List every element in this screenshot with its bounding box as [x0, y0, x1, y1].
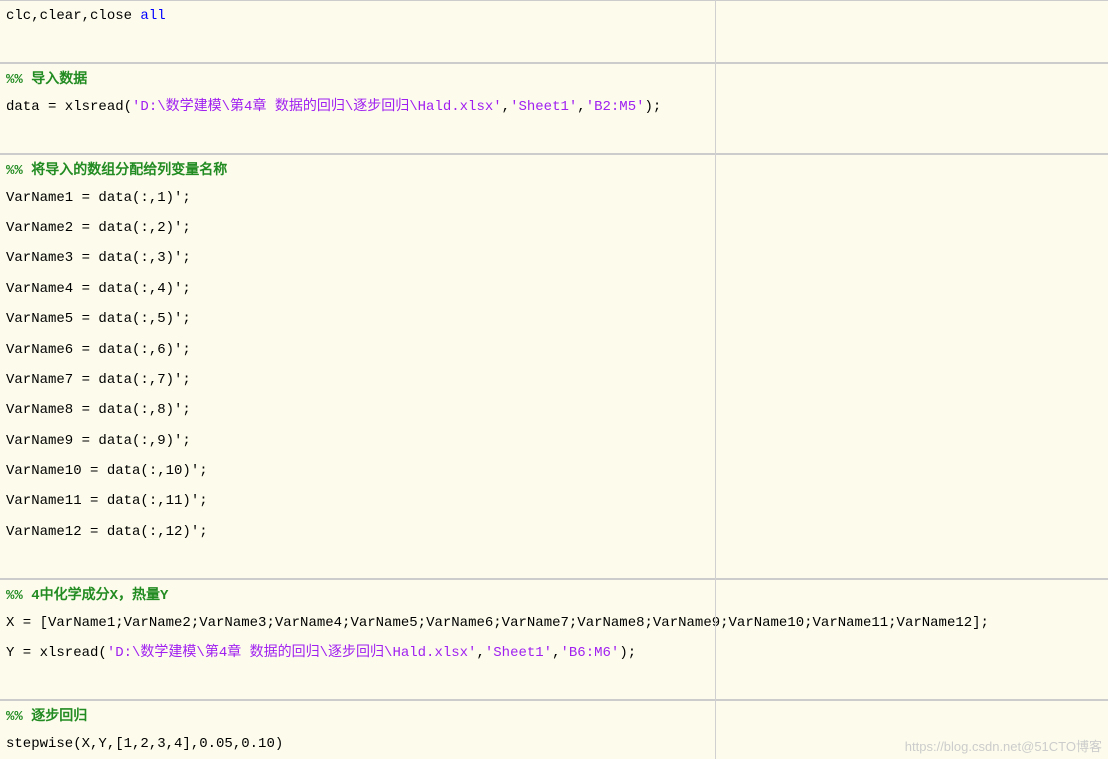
column-guide: [715, 0, 716, 759]
string-literal: 'Sheet1': [510, 99, 577, 115]
code-block-3: %% 4中化学成分X，热量Y X = [VarName1;VarName2;Va…: [0, 579, 1108, 700]
code-line: data = xlsread('D:\数学建模\第4章 数据的回归\逐步回归\H…: [0, 92, 1108, 122]
code-line: X = [VarName1;VarName2;VarName3;VarName4…: [0, 608, 1108, 638]
string-literal: 'Sheet1': [485, 645, 552, 661]
code-line: clc,clear,close all: [0, 1, 1108, 31]
code-line: Y = xlsread('D:\数学建模\第4章 数据的回归\逐步回归\Hald…: [0, 638, 1108, 668]
code-line: VarName11 = data(:,11)';: [0, 486, 1108, 516]
code-line: VarName10 = data(:,10)';: [0, 456, 1108, 486]
code-text: );: [645, 99, 662, 115]
string-literal: 'B6:M6': [561, 645, 620, 661]
code-line: VarName6 = data(:,6)';: [0, 335, 1108, 365]
code-text: data = xlsread(: [6, 99, 132, 115]
code-line: VarName4 = data(:,4)';: [0, 274, 1108, 304]
code-block-2: %% 将导入的数组分配给列变量名称 VarName1 = data(:,1)';…: [0, 154, 1108, 579]
code-text: clc,clear,close: [6, 8, 140, 24]
code-line: VarName7 = data(:,7)';: [0, 365, 1108, 395]
section-title: %% 导入数据: [0, 64, 1108, 92]
code-line: VarName3 = data(:,3)';: [0, 243, 1108, 273]
code-line: VarName9 = data(:,9)';: [0, 426, 1108, 456]
blank-line: [0, 122, 1108, 152]
code-text: ,: [552, 645, 560, 661]
blank-line: [0, 547, 1108, 577]
string-literal: 'D:\数学建模\第4章 数据的回归\逐步回归\Hald.xlsx': [132, 99, 502, 115]
string-literal: 'B2:M5': [586, 99, 645, 115]
code-line: VarName8 = data(:,8)';: [0, 395, 1108, 425]
watermark-text: https://blog.csdn.net@51CTO博客: [905, 736, 1102, 755]
section-title: %% 逐步回归: [0, 701, 1108, 729]
string-literal: 'D:\数学建模\第4章 数据的回归\逐步回归\Hald.xlsx': [107, 645, 477, 661]
code-line: VarName12 = data(:,12)';: [0, 517, 1108, 547]
blank-line: [0, 668, 1108, 698]
code-text: ,: [577, 99, 585, 115]
code-container: clc,clear,close all %% 导入数据 data = xlsre…: [0, 0, 1108, 759]
code-line: VarName1 = data(:,1)';: [0, 183, 1108, 213]
code-block-1: %% 导入数据 data = xlsread('D:\数学建模\第4章 数据的回…: [0, 63, 1108, 154]
code-block-0: clc,clear,close all: [0, 0, 1108, 63]
blank-line: [0, 31, 1108, 61]
section-title: %% 将导入的数组分配给列变量名称: [0, 155, 1108, 183]
section-title: %% 4中化学成分X，热量Y: [0, 580, 1108, 608]
code-line: VarName5 = data(:,5)';: [0, 304, 1108, 334]
code-line: VarName2 = data(:,2)';: [0, 213, 1108, 243]
code-text: ,: [476, 645, 484, 661]
code-text: );: [619, 645, 636, 661]
code-text: ,: [502, 99, 510, 115]
code-text: Y = xlsread(: [6, 645, 107, 661]
keyword: all: [140, 8, 165, 24]
